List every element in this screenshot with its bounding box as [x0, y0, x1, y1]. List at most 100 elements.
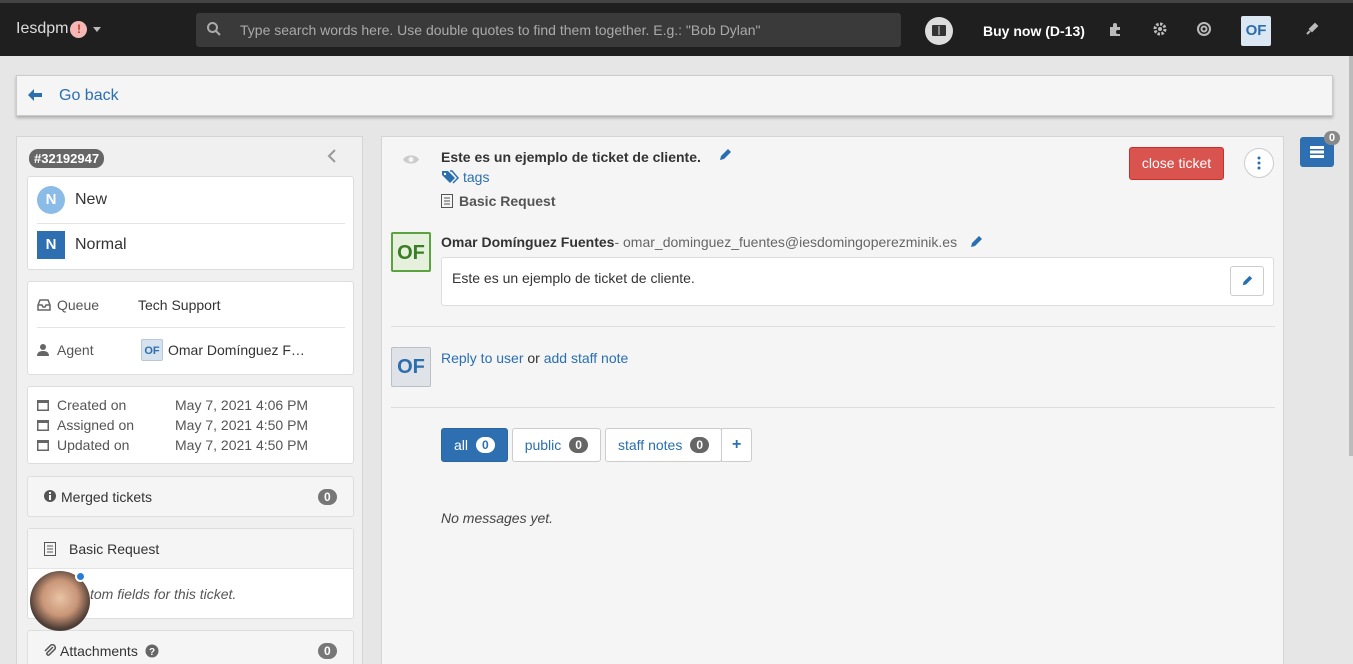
assigned-label: Assigned on: [57, 417, 135, 433]
knowledge-base-icon[interactable]: [925, 17, 953, 45]
status-selector[interactable]: N New: [37, 186, 107, 214]
tab-public[interactable]: public 0: [511, 428, 601, 462]
server-icon: [1310, 146, 1324, 158]
info-icon: [44, 490, 56, 502]
queue-row[interactable]: Queue Tech Support: [37, 297, 337, 313]
created-row: Created on May 7, 2021 4:06 PM: [37, 397, 308, 413]
pencil-icon[interactable]: [718, 148, 732, 162]
updated-value: May 7, 2021 4:50 PM: [175, 437, 309, 453]
author-email: - omar_dominguez_fuentes@iesdomingoperez…: [614, 234, 958, 250]
scrollbar[interactable]: [1349, 56, 1353, 456]
brand-name: Iesdpm: [16, 20, 69, 37]
user-avatar[interactable]: OF: [1241, 16, 1271, 46]
calendar-icon: [37, 440, 49, 451]
no-messages-text: No messages yet.: [441, 510, 554, 526]
side-panel-toggle[interactable]: 0: [1300, 131, 1341, 167]
custom-fields-title: Basic Request: [69, 541, 160, 557]
message-body: Este es un ejemplo de ticket de cliente.: [441, 257, 1274, 306]
arrow-left-icon: [27, 88, 43, 105]
updated-row: Updated on May 7, 2021 4:50 PM: [37, 437, 308, 453]
attachments-card[interactable]: Attachments ? 0: [27, 630, 354, 664]
attachments-label: Attachments: [60, 643, 138, 659]
tab-public-count: 0: [569, 437, 588, 453]
search-bar: [196, 13, 901, 47]
tab-public-label: public: [524, 437, 562, 453]
message-author: Omar Domínguez Fuentes - omar_dominguez_…: [441, 234, 983, 250]
tags-label: tags: [463, 169, 490, 185]
author-avatar: OF: [391, 232, 431, 272]
ticket-main-panel: Este es un ejemplo de ticket de cliente.…: [381, 136, 1284, 664]
queue-value: Tech Support: [138, 297, 221, 313]
reply-or-text: or: [523, 350, 544, 366]
tab-staff-notes-count: 0: [690, 437, 710, 453]
help-icon[interactable]: ?: [145, 644, 159, 658]
eye-icon[interactable]: [402, 153, 420, 166]
priority-badge: N: [37, 231, 65, 259]
top-navbar: Iesdpm ! Buy now (D-13) OF: [0, 0, 1353, 56]
buy-now-link[interactable]: Buy now (D-13): [983, 23, 1085, 39]
paperclip-icon: [44, 644, 57, 656]
user-icon: [37, 344, 49, 356]
message-text: Este es un ejemplo de ticket de cliente.: [452, 270, 695, 286]
priority-selector[interactable]: N Normal: [37, 231, 127, 259]
tab-all-label: all: [454, 437, 469, 453]
add-tab-button[interactable]: +: [721, 428, 753, 462]
alert-badge: !: [70, 20, 88, 38]
calendar-icon: [37, 420, 49, 431]
merged-tickets-card[interactable]: Merged tickets 0: [27, 476, 354, 517]
priority-label: Normal: [75, 236, 127, 253]
chevron-left-icon[interactable]: [327, 149, 337, 166]
assignment-card: Queue Tech Support Agent OF Omar Domíngu…: [27, 281, 354, 375]
brand-menu[interactable]: Iesdpm !: [16, 20, 102, 38]
list-icon: [44, 542, 56, 556]
created-value: May 7, 2021 4:06 PM: [175, 397, 309, 413]
plug-icon[interactable]: [1301, 18, 1323, 40]
tab-staff-notes-label: staff notes: [617, 437, 683, 453]
ticket-id-badge: #32192947: [29, 149, 105, 168]
reply-to-user-link[interactable]: Reply to user: [441, 350, 523, 366]
help-lifebuoy-icon[interactable]: [1193, 18, 1215, 40]
status-card: N New N Normal: [27, 176, 354, 270]
inbox-icon: [37, 299, 51, 311]
assigned-row: Assigned on May 7, 2021 4:50 PM: [37, 417, 308, 433]
go-back-bar[interactable]: Go back: [16, 75, 1333, 116]
merged-tickets-count: 0: [318, 489, 337, 505]
custom-fields-empty: tom fields for this ticket.: [90, 586, 237, 602]
agent-row[interactable]: Agent OF Omar Domínguez F…: [37, 339, 337, 361]
puzzle-icon[interactable]: [1105, 18, 1127, 40]
search-icon: [206, 21, 222, 40]
tab-all[interactable]: all 0: [441, 428, 508, 462]
calendar-icon: [37, 400, 49, 411]
agent-avatar: OF: [141, 339, 163, 361]
author-name: Omar Domínguez Fuentes: [441, 234, 615, 250]
updated-label: Updated on: [57, 437, 130, 453]
message-tabs: all 0 public 0 staff notes 0 +: [441, 428, 756, 462]
edit-message-button[interactable]: [1230, 266, 1264, 296]
request-type-label: Basic Request: [459, 193, 556, 209]
list-icon: [441, 194, 453, 208]
close-ticket-button[interactable]: close ticket: [1129, 147, 1224, 180]
request-type: Basic Request: [441, 193, 555, 209]
status-label: New: [75, 191, 108, 208]
agent-name: Omar Domínguez F…: [168, 342, 305, 358]
attachments-count: 0: [318, 643, 337, 659]
merged-tickets-label: Merged tickets: [61, 489, 153, 505]
assigned-value: May 7, 2021 4:50 PM: [175, 417, 309, 433]
tags-icon: [442, 170, 459, 184]
chat-support-avatar[interactable]: [30, 571, 90, 631]
gear-icon[interactable]: [1149, 18, 1171, 40]
more-options-icon[interactable]: [1244, 148, 1274, 178]
status-badge: N: [37, 186, 65, 214]
tab-staff-notes[interactable]: staff notes 0: [604, 428, 723, 462]
tags-link[interactable]: tags: [441, 169, 489, 185]
tab-all-count: 0: [476, 437, 495, 453]
pencil-icon: [1242, 275, 1253, 286]
dates-card: Created on May 7, 2021 4:06 PM Assigned …: [27, 386, 354, 464]
reply-actions: Reply to user or add staff note: [441, 350, 628, 366]
add-staff-note-link[interactable]: add staff note: [544, 350, 629, 366]
go-back-link[interactable]: Go back: [59, 87, 119, 105]
pencil-icon[interactable]: [969, 235, 983, 249]
search-input[interactable]: [240, 13, 880, 47]
ticket-subject: Este es un ejemplo de ticket de cliente.: [441, 149, 701, 165]
reply-avatar: OF: [391, 347, 431, 387]
